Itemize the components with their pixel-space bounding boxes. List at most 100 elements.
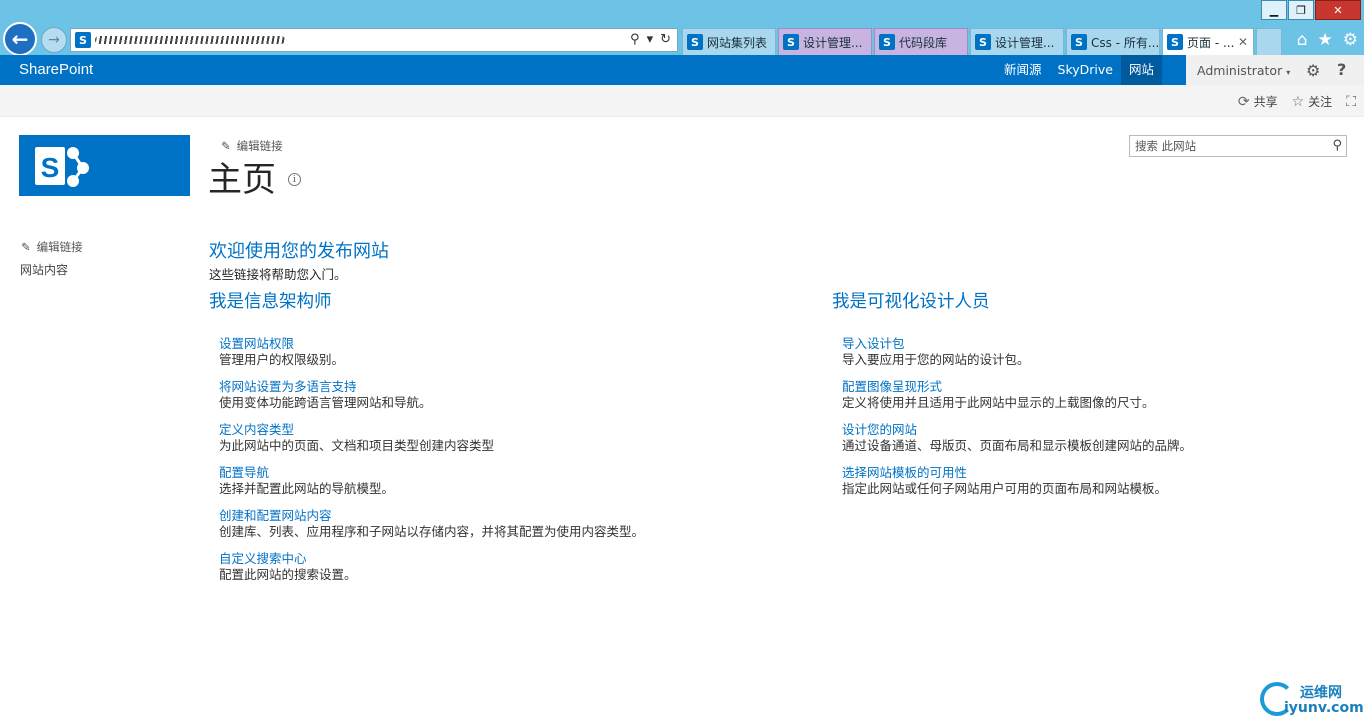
link-description: 定义将使用并且适用于此网站中显示的上载图像的尺寸。 <box>842 395 1155 410</box>
sharepoint-favicon-icon: S <box>975 34 991 50</box>
redacted-url <box>95 36 285 44</box>
link-site-template-availability[interactable]: 选择网站模板的可用性 <box>842 465 1192 480</box>
browser-chrome: ▁ ❐ ✕ ← → S ⚲ ▾ ↻ S 网站集列表 S 设计管理... S 代码… <box>0 0 1364 56</box>
link-multilingual[interactable]: 将网站设置为多语言支持 <box>219 379 644 394</box>
restore-icon[interactable]: ❐ <box>1288 0 1314 20</box>
site-logo[interactable]: S <box>19 135 190 196</box>
pencil-icon: ✎ <box>21 240 31 254</box>
sharepoint-favicon-icon: S <box>687 34 703 50</box>
link-design-your-site[interactable]: 设计您的网站 <box>842 422 1192 437</box>
tab-label: 设计管理... <box>995 35 1055 50</box>
welcome-subtitle: 这些链接将帮助您入门。 <box>209 267 347 282</box>
suite-link-sites[interactable]: 网站 <box>1120 55 1162 85</box>
tab-css-all[interactable]: S Css - 所有... <box>1066 28 1160 55</box>
left-edit-links[interactable]: ✎ 编辑链接 <box>21 239 83 255</box>
user-name: Administrator <box>1197 63 1283 78</box>
tab-close-icon[interactable]: ✕ <box>1238 35 1248 49</box>
list-item: 创建和配置网站内容 创建库、列表、应用程序和子网站以存储内容，并将其配置为使用内… <box>219 508 644 551</box>
list-item: 设计您的网站 通过设备通道、母版页、页面布局和显示模板创建网站的品牌。 <box>842 422 1192 465</box>
link-configure-navigation[interactable]: 配置导航 <box>219 465 644 480</box>
nav-site-contents[interactable]: 网站内容 <box>20 261 68 278</box>
list-item: 定义内容类型 为此网站中的页面、文档和项目类型创建内容类型 <box>219 422 644 465</box>
tab-page-active[interactable]: S 页面 - ... ✕ <box>1162 28 1254 55</box>
link-set-site-permissions[interactable]: 设置网站权限 <box>219 336 644 351</box>
sharepoint-favicon-icon: S <box>75 32 91 48</box>
link-image-renditions[interactable]: 配置图像呈现形式 <box>842 379 1192 394</box>
refresh-icon[interactable]: ↻ <box>660 32 671 47</box>
list-item: 选择网站模板的可用性 指定此网站或任何子网站用户可用的页面布局和网站模板。 <box>842 465 1192 508</box>
link-description: 创建库、列表、应用程序和子网站以存储内容，并将其配置为使用内容类型。 <box>219 524 645 539</box>
follow-button[interactable]: ☆ 关注 <box>1292 93 1333 110</box>
link-description: 使用变体功能跨语言管理网站和导航。 <box>219 395 432 410</box>
list-item: 将网站设置为多语言支持 使用变体功能跨语言管理网站和导航。 <box>219 379 644 422</box>
user-area: Administrator ▾ ⚙ ? <box>1186 55 1364 85</box>
focus-on-content-button[interactable]: ⛶ <box>1346 94 1356 110</box>
link-description: 指定此网站或任何子网站用户可用的页面布局和网站模板。 <box>842 481 1168 496</box>
section-title-visual-designer: 我是可视化设计人员 <box>832 292 990 312</box>
tab-label: 网站集列表 <box>707 35 768 50</box>
sharepoint-logo-icon: S <box>35 146 89 187</box>
ribbon-actions: ⟳ 共享 ☆ 关注 ⛶ <box>1238 93 1356 110</box>
tab-site-collection-list[interactable]: S 网站集列表 <box>682 28 776 55</box>
address-bar[interactable]: S ⚲ ▾ ↻ <box>70 28 678 52</box>
logo-letter: S <box>41 152 60 183</box>
chevron-down-icon: ▾ <box>1286 68 1291 77</box>
search-icon[interactable]: ⚲ <box>630 32 640 47</box>
link-import-design-package[interactable]: 导入设计包 <box>842 336 1192 351</box>
link-description: 配置此网站的搜索设置。 <box>219 567 357 582</box>
suite-link-skydrive[interactable]: SkyDrive <box>1050 55 1121 85</box>
home-icon[interactable]: ⌂ <box>1297 30 1308 50</box>
settings-gear-icon[interactable]: ⚙ <box>1306 61 1320 80</box>
tab-label: 页面 - ... <box>1187 35 1235 50</box>
favorites-star-icon[interactable]: ★ <box>1318 30 1333 50</box>
address-bar-actions: ⚲ ▾ ↻ <box>630 32 671 47</box>
info-icon[interactable]: i <box>288 173 301 186</box>
tab-design-manager-2[interactable]: S 设计管理... <box>970 28 1064 55</box>
back-arrow-icon[interactable]: ← <box>3 22 37 56</box>
watermark-en: iyunv.com <box>1284 700 1364 716</box>
tab-snippet-gallery[interactable]: S 代码段库 <box>874 28 968 55</box>
link-description: 选择并配置此网站的导航模型。 <box>219 481 395 496</box>
sharepoint-favicon-icon: S <box>1071 34 1087 50</box>
tab-design-manager-1[interactable]: S 设计管理... <box>778 28 872 55</box>
search-input[interactable] <box>1130 136 1320 156</box>
information-architect-links: 设置网站权限 管理用户的权限级别。 将网站设置为多语言支持 使用变体功能跨语言管… <box>219 336 644 594</box>
link-content-types[interactable]: 定义内容类型 <box>219 422 644 437</box>
watermark: 运维网 iyunv.com <box>1260 680 1364 720</box>
suite-links: 新闻源 SkyDrive 网站 <box>996 55 1162 85</box>
help-icon[interactable]: ? <box>1337 60 1346 79</box>
list-item: 自定义搜索中心 配置此网站的搜索设置。 <box>219 551 644 594</box>
link-search-center[interactable]: 自定义搜索中心 <box>219 551 644 566</box>
share-icon: ⟳ <box>1237 93 1250 110</box>
list-item: 配置导航 选择并配置此网站的导航模型。 <box>219 465 644 508</box>
list-item: 导入设计包 导入要应用于您的网站的设计包。 <box>842 336 1192 379</box>
user-menu[interactable]: Administrator ▾ <box>1197 63 1290 78</box>
forward-arrow-icon[interactable]: → <box>41 27 67 53</box>
tab-label: Css - 所有... <box>1091 35 1159 50</box>
sharepoint-brand[interactable]: SharePoint <box>19 61 93 78</box>
link-description: 为此网站中的页面、文档和项目类型创建内容类型 <box>219 438 495 453</box>
section-title-information-architect: 我是信息架构师 <box>209 292 332 312</box>
link-description: 通过设备通道、母版页、页面布局和显示模板创建网站的品牌。 <box>842 438 1193 453</box>
tab-label: 设计管理... <box>803 35 863 50</box>
link-site-content[interactable]: 创建和配置网站内容 <box>219 508 644 523</box>
dropdown-arrow-icon[interactable]: ▾ <box>647 32 654 47</box>
focus-icon: ⛶ <box>1346 93 1356 110</box>
search-icon[interactable]: ⚲ <box>1332 138 1342 153</box>
suite-link-newsfeed[interactable]: 新闻源 <box>996 55 1050 85</box>
sharepoint-favicon-icon: S <box>783 34 799 50</box>
tools-gear-icon[interactable]: ⚙ <box>1343 30 1358 50</box>
follow-label: 关注 <box>1308 95 1333 109</box>
share-button[interactable]: ⟳ 共享 <box>1238 93 1278 110</box>
close-icon[interactable]: ✕ <box>1315 0 1361 20</box>
new-tab-button[interactable] <box>1256 28 1282 55</box>
visual-designer-links: 导入设计包 导入要应用于您的网站的设计包。 配置图像呈现形式 定义将使用并且适用… <box>842 336 1192 508</box>
window-controls: ▁ ❐ ✕ <box>1260 0 1361 20</box>
link-description: 导入要应用于您的网站的设计包。 <box>842 352 1030 367</box>
watermark-cn: 运维网 <box>1300 685 1342 701</box>
minimize-icon[interactable]: ▁ <box>1261 0 1287 20</box>
list-item: 设置网站权限 管理用户的权限级别。 <box>219 336 644 379</box>
link-description: 管理用户的权限级别。 <box>219 352 345 367</box>
pencil-icon: ✎ <box>221 139 231 153</box>
suite-bar: SharePoint 新闻源 SkyDrive 网站 Administrator… <box>0 55 1364 85</box>
